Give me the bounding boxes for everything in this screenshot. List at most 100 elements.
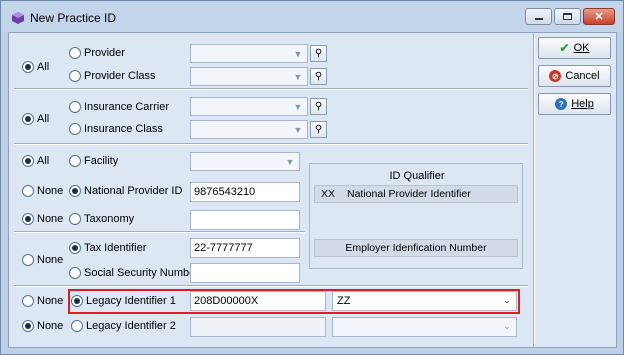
- legacy1-qualifier-value: ZZ: [337, 295, 351, 307]
- radio-indicator: [22, 155, 34, 167]
- separator: [14, 88, 528, 90]
- id-qualifier-desc: National Provider Identifier: [347, 188, 471, 200]
- npi-none-label: None: [37, 185, 64, 197]
- taxonomy-none-radio[interactable]: None: [22, 213, 63, 225]
- facility-radio[interactable]: Facility: [69, 155, 118, 167]
- insurance-scope-all-label: All: [37, 113, 50, 125]
- ssn-label: Social Security Number: [84, 267, 199, 279]
- help-button[interactable]: ? Help: [538, 93, 611, 115]
- npi-radio[interactable]: National Provider ID: [69, 185, 182, 197]
- legacy1-none-label: None: [37, 295, 64, 307]
- close-icon: ✕: [594, 11, 604, 23]
- chevron-down-icon[interactable]: ▼: [291, 47, 305, 60]
- insurance-class-combo[interactable]: ▼: [190, 120, 308, 139]
- legacy1-label: Legacy Identifier 1: [86, 295, 176, 307]
- cancel-icon: ⊘: [549, 70, 562, 82]
- radio-indicator: [71, 295, 83, 307]
- radio-indicator: [69, 242, 81, 254]
- legacy2-none-label: None: [37, 320, 64, 332]
- id-qualifier-row-npi: XX National Provider Identifier: [314, 185, 518, 203]
- legacy1-radio[interactable]: Legacy Identifier 1: [71, 295, 176, 307]
- legacy2-input[interactable]: [190, 317, 326, 337]
- insurance-carrier-combo[interactable]: ▼: [190, 97, 308, 116]
- chevron-down-icon[interactable]: ⌄: [500, 294, 514, 307]
- ok-button[interactable]: ✔ OK: [538, 37, 611, 59]
- help-label: Help: [571, 98, 594, 110]
- chevron-down-icon[interactable]: ▼: [291, 70, 305, 83]
- minimize-button[interactable]: [525, 8, 552, 25]
- id-qualifier-desc: Employer Idenfication Number: [345, 242, 487, 254]
- radio-indicator: [69, 267, 81, 279]
- close-button[interactable]: ✕: [583, 8, 615, 25]
- checkmark-icon: ✔: [559, 41, 570, 55]
- lookup-icon: ⚲: [314, 48, 323, 59]
- provider-class-radio[interactable]: Provider Class: [69, 70, 156, 82]
- radio-indicator: [22, 113, 34, 125]
- tax-none-radio[interactable]: None: [22, 254, 63, 266]
- legacy1-none-radio[interactable]: None: [22, 295, 63, 307]
- minimize-icon: [534, 18, 543, 20]
- legacy1-input[interactable]: 208D00000X: [190, 291, 326, 311]
- radio-indicator: [69, 213, 81, 225]
- chevron-down-icon[interactable]: ▼: [291, 123, 305, 136]
- provider-combo[interactable]: ▼: [190, 44, 308, 63]
- legacy2-qualifier-combo[interactable]: ⌄: [332, 317, 517, 337]
- taxonomy-label: Taxonomy: [84, 213, 135, 225]
- npi-none-radio[interactable]: None: [22, 185, 63, 197]
- ssn-input[interactable]: [190, 263, 300, 283]
- separator: [14, 143, 528, 145]
- npi-input[interactable]: 9876543210: [190, 182, 300, 202]
- radio-indicator: [71, 320, 83, 332]
- provider-class-lookup-button[interactable]: ⚲: [310, 68, 327, 85]
- radio-indicator: [22, 61, 34, 73]
- insurance-class-lookup-button[interactable]: ⚲: [310, 121, 327, 138]
- chevron-down-icon[interactable]: ⌄: [500, 320, 514, 333]
- legacy2-label: Legacy Identifier 2: [86, 320, 176, 332]
- id-qualifier-code: XX: [321, 188, 336, 200]
- tax-identifier-label: Tax Identifier: [84, 242, 147, 254]
- chevron-down-icon[interactable]: ▼: [283, 155, 297, 168]
- taxonomy-radio[interactable]: Taxonomy: [69, 213, 134, 225]
- legacy2-none-radio[interactable]: None: [22, 320, 63, 332]
- title-bar: New Practice ID ✕: [1, 1, 623, 32]
- lookup-icon: ⚲: [314, 71, 323, 82]
- provider-class-label: Provider Class: [84, 70, 156, 82]
- provider-class-combo[interactable]: ▼: [190, 67, 308, 86]
- taxonomy-input[interactable]: [190, 210, 300, 230]
- radio-indicator: [69, 123, 81, 135]
- provider-label: Provider: [84, 47, 125, 59]
- facility-all-radio[interactable]: All: [22, 155, 49, 167]
- provider-lookup-button[interactable]: ⚲: [310, 45, 327, 62]
- cancel-button[interactable]: ⊘ Cancel: [538, 65, 611, 87]
- insurance-carrier-label: Insurance Carrier: [84, 101, 169, 113]
- lookup-icon: ⚲: [314, 124, 323, 135]
- tax-identifier-input[interactable]: 22-7777777: [190, 238, 300, 258]
- radio-indicator: [22, 320, 34, 332]
- insurance-class-radio[interactable]: Insurance Class: [69, 123, 163, 135]
- maximize-button[interactable]: [554, 8, 581, 25]
- insurance-carrier-lookup-button[interactable]: ⚲: [310, 98, 327, 115]
- taxonomy-none-label: None: [37, 213, 64, 225]
- legacy2-radio[interactable]: Legacy Identifier 2: [71, 320, 176, 332]
- facility-combo[interactable]: ▼: [190, 152, 300, 171]
- radio-indicator: [22, 254, 34, 266]
- radio-indicator: [69, 70, 81, 82]
- lookup-icon: ⚲: [314, 101, 323, 112]
- insurance-class-label: Insurance Class: [84, 123, 163, 135]
- maximize-icon: [563, 13, 572, 20]
- legacy1-qualifier-combo[interactable]: ZZ ⌄: [332, 291, 517, 311]
- radio-indicator: [69, 155, 81, 167]
- tax-identifier-radio[interactable]: Tax Identifier: [69, 242, 146, 254]
- id-qualifier-row-ein: Employer Idenfication Number: [314, 239, 518, 257]
- tax-none-label: None: [37, 254, 64, 266]
- radio-indicator: [69, 47, 81, 59]
- ssn-radio[interactable]: Social Security Number: [69, 267, 199, 279]
- insurance-scope-all-radio[interactable]: All: [22, 113, 49, 125]
- insurance-carrier-radio[interactable]: Insurance Carrier: [69, 101, 169, 113]
- provider-radio[interactable]: Provider: [69, 47, 125, 59]
- chevron-down-icon[interactable]: ▼: [291, 100, 305, 113]
- window-title: New Practice ID: [30, 11, 117, 25]
- provider-scope-all-radio[interactable]: All: [22, 61, 49, 73]
- help-icon: ?: [555, 98, 568, 110]
- facility-all-label: All: [37, 155, 50, 167]
